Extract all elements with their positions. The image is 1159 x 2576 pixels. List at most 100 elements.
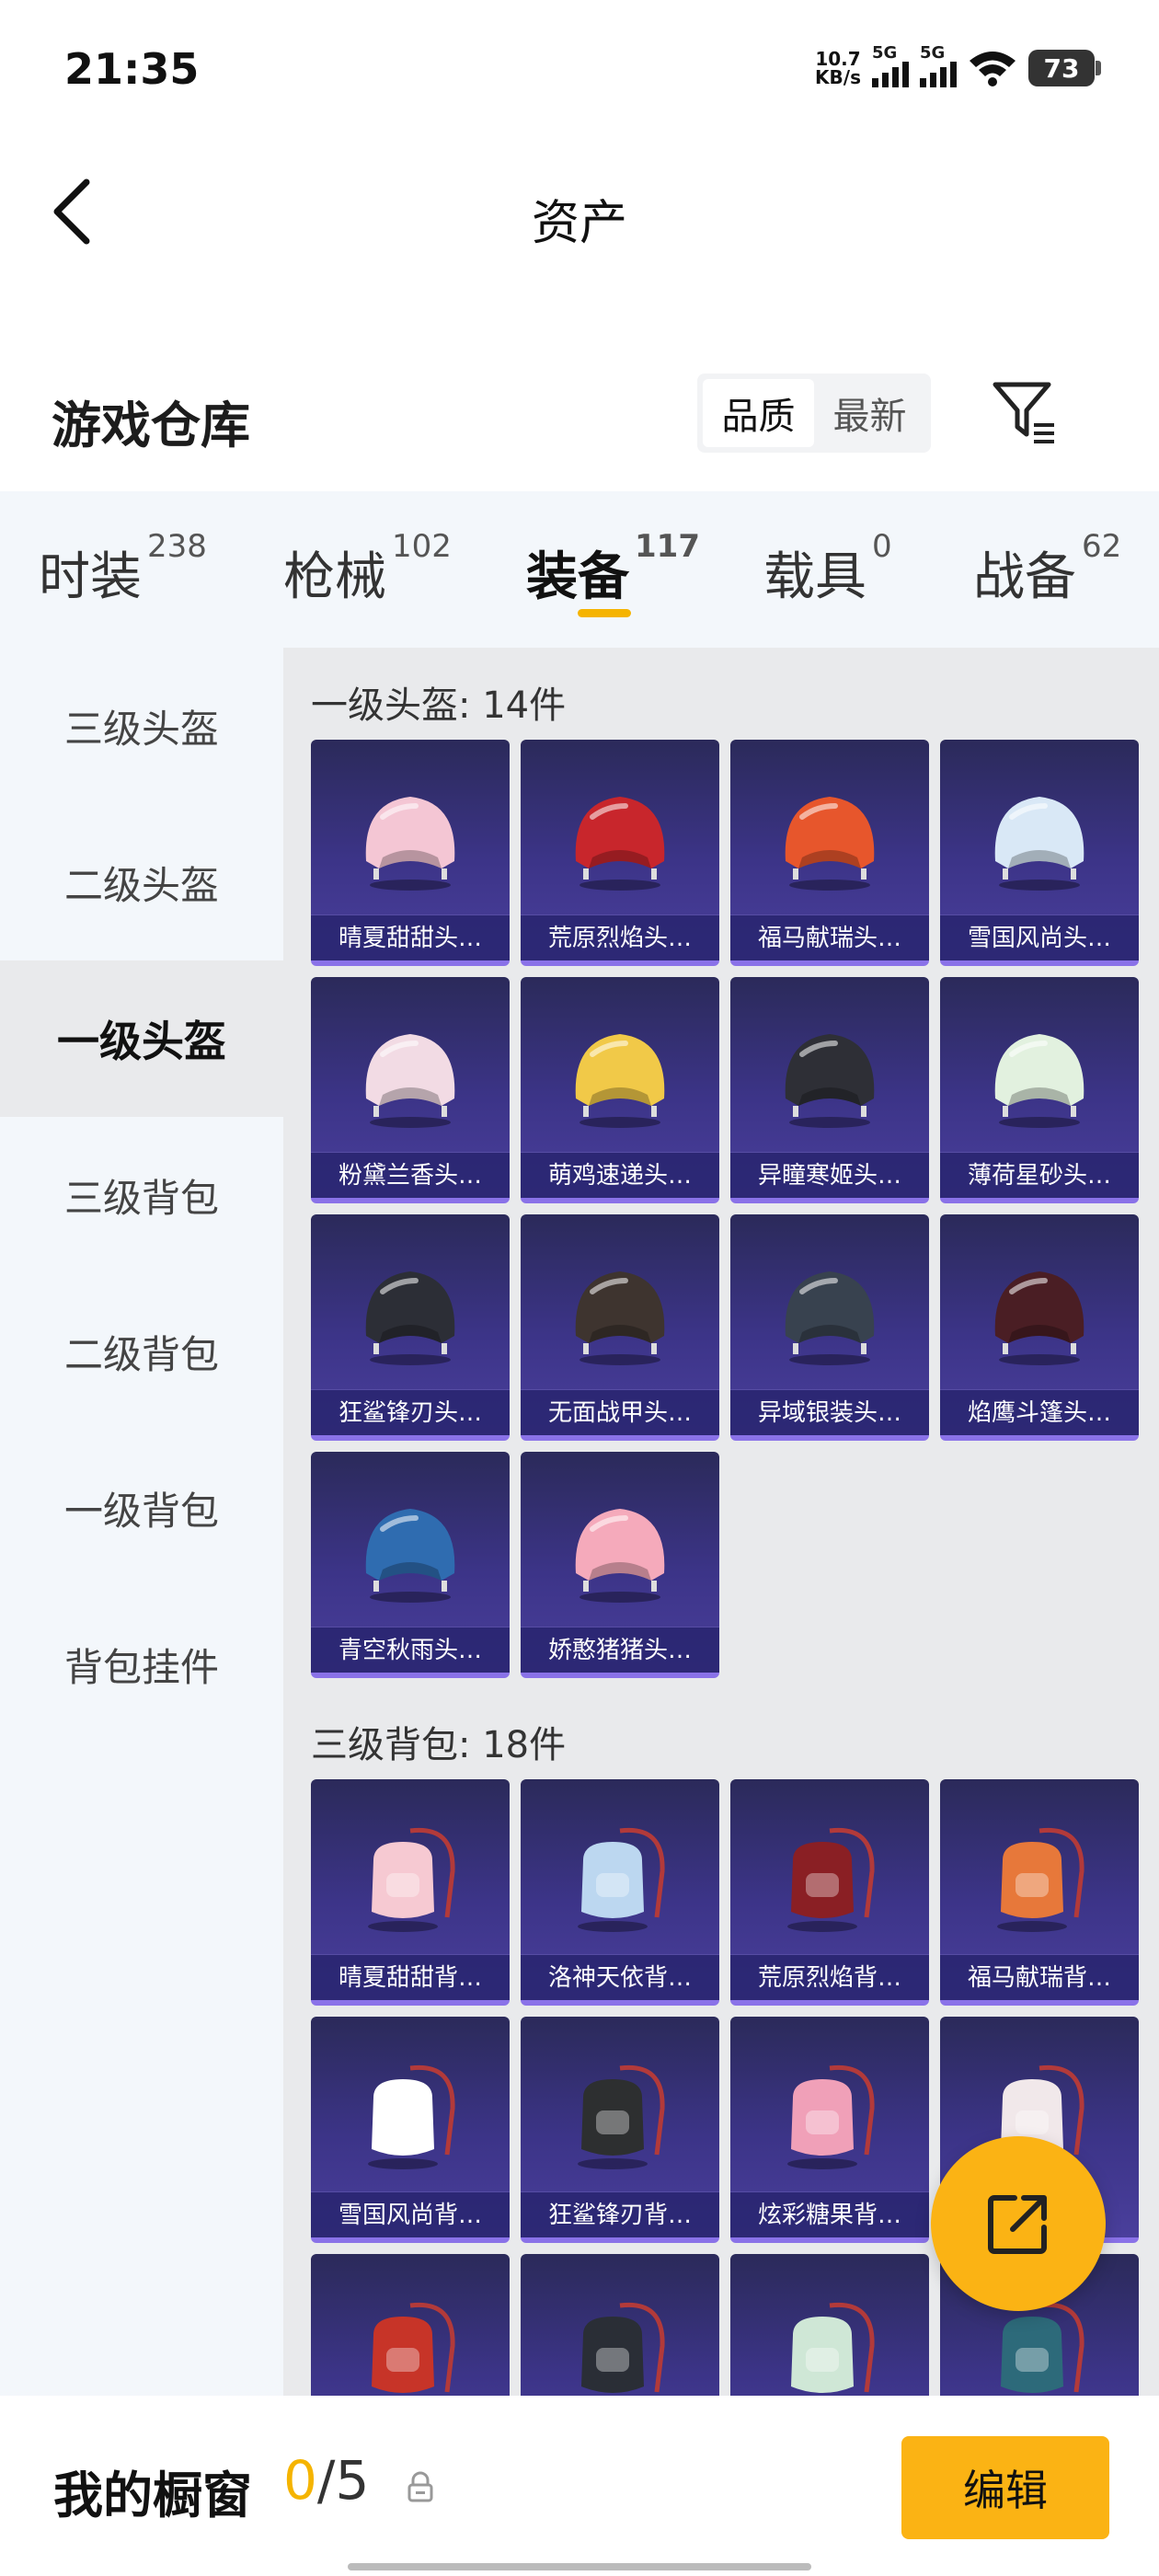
helmet-card[interactable]: 粉黛兰香头…: [311, 977, 510, 1203]
backpack-icon: [578, 1827, 665, 1932]
helmet-card[interactable]: 萌鸡速递头…: [521, 977, 719, 1203]
warehouse-title: 游戏仓库: [52, 397, 250, 454]
item-name: 狂鲨锋刃头…: [311, 1389, 510, 1435]
tab-firearms[interactable]: 枪械102: [283, 528, 452, 610]
backpack-icon: [787, 1827, 875, 1932]
item-name: 雪国风尚背…: [311, 2191, 510, 2237]
item-name: 福马献瑞背…: [940, 1954, 1139, 2000]
item-name: 荒原烈焰头…: [521, 914, 719, 960]
backpack-icon: [578, 2064, 665, 2169]
clock: 21:35: [64, 44, 200, 94]
item-name: 青空秋雨头…: [311, 1627, 510, 1673]
helmet-card[interactable]: 异域银装头…: [730, 1214, 929, 1441]
item-name: 雪国风尚头…: [940, 914, 1139, 960]
battery-icon: 73: [1028, 50, 1101, 86]
filter-icon[interactable]: [990, 379, 1058, 445]
sidebar-item-helmet-lv3[interactable]: 三级头盔: [0, 648, 283, 804]
network-speed: 10.7 KB/s: [815, 48, 861, 88]
tab-fashion[interactable]: 时装238: [39, 528, 207, 610]
helmet-card[interactable]: 福马献瑞头…: [730, 740, 929, 966]
helmet-icon: [785, 1034, 875, 1128]
backpack-card[interactable]: 炫彩糖果背…: [730, 2017, 929, 2243]
signal-2-icon: 5G: [920, 43, 957, 87]
tab-equipment[interactable]: 装备117: [526, 528, 700, 610]
sidebar-item-backpack-lv3[interactable]: 三级背包: [0, 1117, 283, 1273]
helmet-icon: [575, 1509, 665, 1603]
helmet-icon: [994, 797, 1084, 891]
backpack-icon: [791, 2302, 875, 2393]
showcase-label: 我的橱窗: [53, 2467, 252, 2524]
item-name: 福马献瑞头…: [730, 914, 929, 960]
item-name: 炫彩糖果背…: [730, 2191, 929, 2237]
item-name: 洛神天依背…: [521, 1954, 719, 2000]
helmet-icon: [575, 1034, 665, 1128]
item-name: 粉黛兰香头…: [311, 1152, 510, 1198]
subcategory-sidebar: 三级头盔 二级头盔 一级头盔 三级背包 二级背包 一级背包 背包挂件: [0, 648, 283, 2396]
backpack-icon: [787, 2064, 875, 2169]
backpack-card[interactable]: [311, 2254, 510, 2396]
backpack-card[interactable]: 晴夏甜甜背…: [311, 1779, 510, 2006]
helmet-card[interactable]: 薄荷星砂头…: [940, 977, 1139, 1203]
sidebar-item-helmet-lv1[interactable]: 一级头盔: [0, 960, 283, 1117]
tab-vehicles[interactable]: 载具0: [763, 528, 892, 610]
helmet-card[interactable]: 娇憨猪猪头…: [521, 1452, 719, 1678]
helmet-card[interactable]: 晴夏甜甜头…: [311, 740, 510, 966]
helmet-card[interactable]: 狂鲨锋刃头…: [311, 1214, 510, 1441]
status-icons: 10.7 KB/s 5G 5G 73: [815, 42, 1101, 94]
sort-toggle: 品质 最新: [697, 374, 931, 453]
helmet-card[interactable]: 荒原烈焰头…: [521, 740, 719, 966]
section-title-backpack-lv3: 三级背包: 18件: [311, 1724, 567, 1766]
item-name: 薄荷星砂头…: [940, 1152, 1139, 1198]
helmet-icon: [575, 1271, 665, 1365]
tab-supplies[interactable]: 战备62: [973, 528, 1121, 610]
backpack-card[interactable]: [730, 2254, 929, 2396]
item-grid-area[interactable]: 一级头盔: 14件 三级背包: 18件 晴夏甜甜头… 荒原烈焰头… 福马献瑞头… 雪国…: [283, 648, 1159, 2396]
backpack-card[interactable]: 雪国风尚背…: [311, 2017, 510, 2243]
showcase-bar: 我的橱窗 0/5 编辑: [0, 2396, 1159, 2576]
helmet-card[interactable]: 雪国风尚头…: [940, 740, 1139, 966]
helmet-icon: [365, 1271, 455, 1365]
helmet-card[interactable]: 异瞳寒姬头…: [730, 977, 929, 1203]
showcase-count: 0/5: [283, 2449, 370, 2512]
section-title-helmet-lv1: 一级头盔: 14件: [311, 684, 567, 727]
helmet-icon: [365, 797, 455, 891]
status-bar: 21:35 10.7 KB/s 5G 5G 73: [0, 0, 1159, 138]
item-name: 晴夏甜甜头…: [311, 914, 510, 960]
share-button[interactable]: [931, 2136, 1106, 2311]
page-title: 资产: [531, 196, 627, 251]
sidebar-item-backpack-lv2[interactable]: 二级背包: [0, 1273, 283, 1430]
edit-button[interactable]: 编辑: [901, 2436, 1109, 2539]
helmet-icon: [575, 797, 665, 891]
backpack-card[interactable]: 荒原烈焰背…: [730, 1779, 929, 2006]
helmet-card[interactable]: 青空秋雨头…: [311, 1452, 510, 1678]
item-name: 狂鲨锋刃背…: [521, 2191, 719, 2237]
backpack-icon: [368, 1827, 455, 1932]
helmet-icon: [365, 1034, 455, 1128]
sidebar-item-helmet-lv2[interactable]: 二级头盔: [0, 804, 283, 960]
wifi-icon: [970, 52, 1016, 86]
item-name: 焰鹰斗篷头…: [940, 1389, 1139, 1435]
helmet-icon: [365, 1509, 455, 1603]
home-indicator[interactable]: [348, 2563, 811, 2570]
backpack-card[interactable]: [521, 2254, 719, 2396]
helmet-card[interactable]: 焰鹰斗篷头…: [940, 1214, 1139, 1441]
backpack-icon: [372, 2302, 455, 2393]
item-name: 异域银装头…: [730, 1389, 929, 1435]
sidebar-item-backpack-charm[interactable]: 背包挂件: [0, 1586, 283, 1742]
item-name: 无面战甲头…: [521, 1389, 719, 1435]
helmet-card[interactable]: 无面战甲头…: [521, 1214, 719, 1441]
helmet-icon: [994, 1034, 1084, 1128]
backpack-card[interactable]: 洛神天依背…: [521, 1779, 719, 2006]
helmet-icon: [785, 797, 875, 891]
active-tab-indicator: [578, 609, 631, 617]
backpack-card[interactable]: 福马献瑞背…: [940, 1779, 1139, 2006]
sort-latest-button[interactable]: 最新: [814, 379, 925, 447]
sidebar-item-backpack-lv1[interactable]: 一级背包: [0, 1430, 283, 1586]
backpack-card[interactable]: 狂鲨锋刃背…: [521, 2017, 719, 2243]
sort-quality-button[interactable]: 品质: [703, 379, 814, 447]
item-name: 萌鸡速递头…: [521, 1152, 719, 1198]
item-name: 晴夏甜甜背…: [311, 1954, 510, 2000]
helmet-icon: [994, 1271, 1084, 1365]
item-name: 异瞳寒姬头…: [730, 1152, 929, 1198]
category-tabs: 时装238 枪械102 装备117 载具0 战备62: [0, 491, 1159, 648]
